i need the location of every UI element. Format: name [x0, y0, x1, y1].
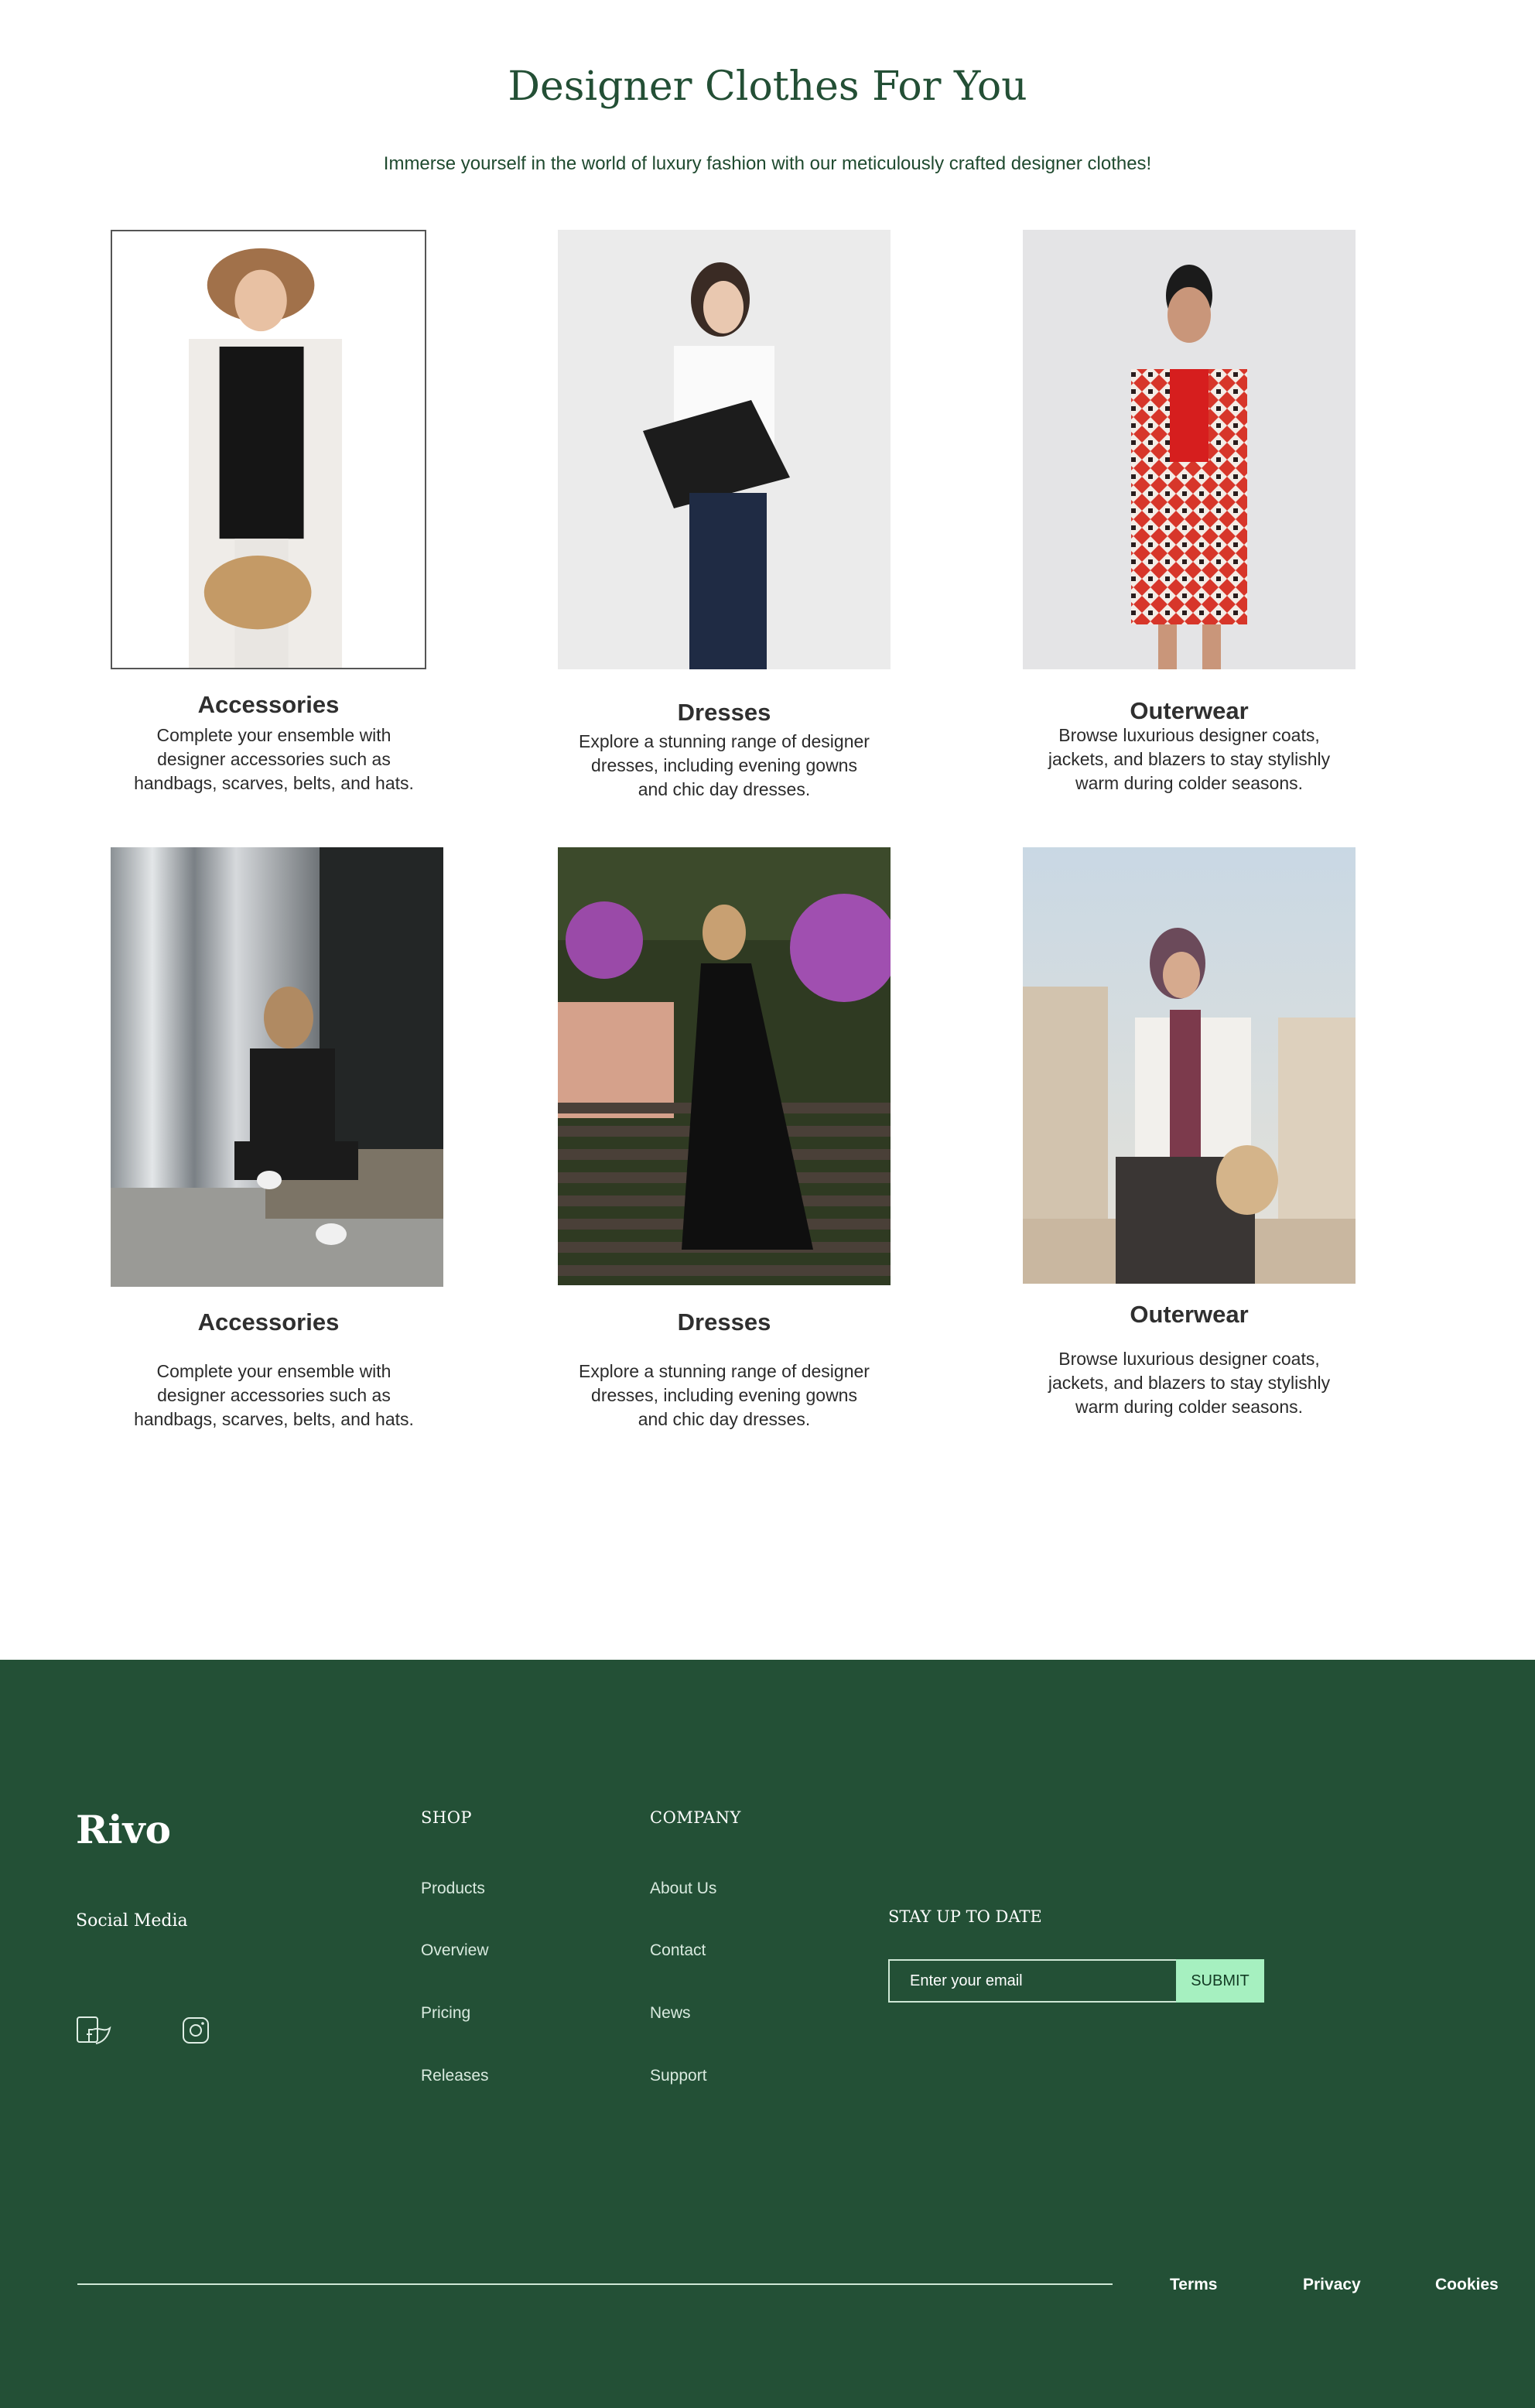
footer-link-privacy[interactable]: Privacy — [1303, 2276, 1361, 2294]
footer-link-cookies[interactable]: Cookies — [1435, 2276, 1499, 2294]
card-title: Outerwear — [1130, 1301, 1249, 1328]
card-description: Browse luxurious designer coats, jackets,… — [1048, 725, 1331, 793]
newsletter-email-input[interactable] — [888, 1959, 1178, 2003]
company-heading: COMPANY — [650, 1808, 741, 1827]
footer-link-contact[interactable]: Contact — [650, 1941, 706, 1960]
footer-link-overview[interactable]: Overview — [421, 1941, 489, 1960]
newsletter-submit-button[interactable]: SUBMIT — [1176, 1959, 1264, 2003]
brand-logo[interactable]: Rivo — [76, 1807, 171, 1852]
card-title: Dresses — [677, 1308, 771, 1336]
footer-link-releases[interactable]: Releases — [421, 2067, 489, 2085]
instagram-icon[interactable] — [181, 2014, 212, 2048]
card-title: Dresses — [677, 699, 771, 726]
footer-link-about-us[interactable]: About Us — [650, 1880, 716, 1898]
card-title: Outerwear — [1130, 697, 1249, 724]
card-description: Explore a stunning range of designer dres… — [579, 1361, 870, 1429]
shop-heading: SHOP — [421, 1808, 473, 1827]
newsletter-heading: STAY UP TO DATE — [888, 1907, 1042, 1926]
page-title: Designer Clothes For You — [508, 63, 1027, 110]
facebook-twitter-icon[interactable] — [76, 2014, 119, 2048]
footer-link-news[interactable]: News — [650, 2004, 691, 2023]
footer-link-pricing[interactable]: Pricing — [421, 2004, 470, 2023]
product-image-accessories-2[interactable] — [111, 847, 443, 1287]
footer-link-terms[interactable]: Terms — [1170, 2276, 1217, 2294]
card-description: Browse luxurious designer coats, jackets,… — [1048, 1349, 1331, 1417]
product-image-outerwear[interactable] — [1023, 230, 1356, 669]
footer-link-support[interactable]: Support — [650, 2067, 707, 2085]
card-description: Complete your ensemble with designer acce… — [134, 725, 414, 793]
product-image-dresses[interactable] — [558, 230, 891, 669]
product-image-dresses-2[interactable] — [558, 847, 891, 1285]
site-footer: Rivo Social Media SHOP Products Overview… — [0, 1660, 1535, 2408]
footer-link-products[interactable]: Products — [421, 1880, 485, 1898]
card-title: Accessories — [197, 1308, 340, 1336]
product-image-outerwear-2[interactable] — [1023, 847, 1356, 1284]
social-media-label: Social Media — [76, 1911, 188, 1931]
card-description: Complete your ensemble with designer acce… — [134, 1361, 414, 1429]
product-image-accessories[interactable] — [111, 230, 426, 669]
page-subtitle: Immerse yourself in the world of luxury … — [383, 153, 1152, 174]
card-description: Explore a stunning range of designer dres… — [579, 731, 870, 799]
footer-divider — [77, 2283, 1113, 2285]
card-title: Accessories — [197, 691, 340, 718]
